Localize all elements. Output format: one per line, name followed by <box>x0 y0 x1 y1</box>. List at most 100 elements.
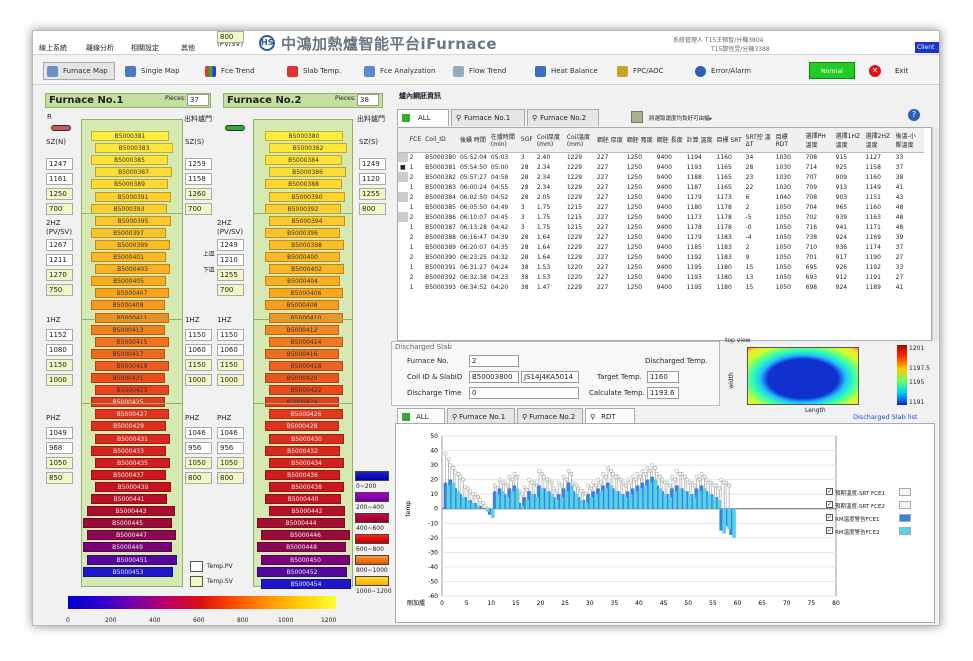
slab-block[interactable]: B5000402 <box>269 264 344 275</box>
slab-block[interactable]: B5000430 <box>269 433 344 444</box>
coil-id-field[interactable]: JS14J4KA5014 <box>521 371 579 383</box>
slab-block[interactable]: B5000442 <box>269 506 345 517</box>
option-checkbox[interactable] <box>631 111 643 123</box>
slab-block[interactable]: B5000428 <box>265 421 339 432</box>
slab-block[interactable]: B5000407 <box>95 288 169 299</box>
slab-block[interactable]: B5000418 <box>269 360 343 371</box>
slab-block[interactable]: B5000403 <box>95 264 170 275</box>
slab-block[interactable]: B5000447 <box>87 530 176 541</box>
slab-block[interactable]: B5000450 <box>261 554 350 565</box>
column-header[interactable]: 後溫-小 鄰溫度 <box>893 128 924 153</box>
slab-block[interactable]: B5000383 <box>95 143 173 154</box>
slab-block[interactable]: B5000432 <box>265 445 340 456</box>
slab-block[interactable]: B5000417 <box>91 348 165 359</box>
slab-block[interactable]: B5000420 <box>265 373 339 383</box>
slab-block[interactable]: B5000452 <box>257 566 347 577</box>
calculate-temp-field[interactable]: 1193.6 <box>647 387 679 399</box>
column-header[interactable]: 後續 時間 <box>457 128 489 153</box>
error-alarm-button[interactable]: Error/Alarm <box>695 62 751 80</box>
furnace-map-button[interactable]: Furnace Map <box>43 62 115 80</box>
slab-block[interactable]: B5000443 <box>87 506 175 517</box>
slab-block[interactable]: B5000439 <box>95 481 171 492</box>
table-row[interactable]: 2 B5000390 06:23:25 04:32 28 1.64 1229 227 1250 9… <box>398 252 924 262</box>
slab-block[interactable]: B5000448 <box>257 542 346 553</box>
column-header[interactable]: 選擇2HZ 溫度 <box>863 128 894 153</box>
table-row[interactable]: ■ 1 B5000381 05:54:50 05:00 28 2.34 1229 227 1250… <box>398 162 924 172</box>
slab-block[interactable]: B5000437 <box>91 469 166 480</box>
slab-block[interactable]: B5000406 <box>269 288 343 299</box>
table-row[interactable]: 1 B5000391 06:31:27 04:24 38 1.53 1220 227 1250 9… <box>398 262 924 272</box>
slab-block[interactable]: B5000395 <box>95 215 171 226</box>
slab-block[interactable]: B5000391 <box>95 191 171 202</box>
slab-block[interactable]: B5000386 <box>269 167 346 178</box>
column-header[interactable]: 鋼胚 厚度 <box>594 128 625 153</box>
tab-all[interactable]: ALL <box>397 109 449 126</box>
slab-block[interactable]: B5000446 <box>261 530 350 541</box>
slab-block[interactable]: B5000401 <box>91 252 166 262</box>
column-header[interactable]: 目標 RDT <box>773 128 804 153</box>
slab-block[interactable]: B5000449 <box>83 542 172 553</box>
table-row[interactable]: 1 B5000387 06:13:28 04:42 3 1.75 1215 227 1250 94… <box>398 222 924 232</box>
tab-furnace2[interactable]: ⚲ Furnace No.2 <box>527 109 599 126</box>
normal-status-button[interactable]: Normal <box>809 62 855 79</box>
slab-block[interactable]: B5000415 <box>95 336 169 347</box>
slab-block[interactable]: B5000429 <box>91 421 166 432</box>
table-row[interactable]: 2 B5000382 05:57:27 04:58 28 2.34 1229 227 1250 9… <box>398 172 924 182</box>
column-header[interactable]: SGF <box>518 128 535 153</box>
slab-block[interactable]: B5000421 <box>91 373 165 383</box>
slab-block[interactable]: B5000422 <box>269 385 343 396</box>
column-header[interactable]: Coil厚度 (mm) <box>534 128 565 153</box>
slab-block[interactable]: B5000416 <box>265 348 339 359</box>
table-row[interactable]: 1 B5000383 06:00:24 04:55 28 2.34 1229 227 1250 9… <box>398 182 924 192</box>
slab-block[interactable]: B5000413 <box>91 324 165 335</box>
exit-icon[interactable]: ✕ <box>869 65 881 77</box>
slab-block[interactable]: B5000434 <box>269 457 344 468</box>
tab-furnace1[interactable]: ⚲ Furnace No.1 <box>451 109 525 126</box>
table-row[interactable]: 2 B5000384 06:02:50 04:52 28 2.05 1229 227 1250 9… <box>398 192 924 202</box>
slab-block[interactable]: B5000440 <box>265 494 341 504</box>
slab-block[interactable]: B5000382 <box>269 143 347 154</box>
slab-block[interactable]: B5000412 <box>265 324 339 335</box>
slab-block[interactable]: B5000411 <box>95 312 169 323</box>
slab-block[interactable]: B5000381 <box>91 131 169 141</box>
slab-block[interactable]: B5000441 <box>91 494 167 504</box>
slab-block[interactable]: B5000423 <box>95 385 169 396</box>
heat-balance-button[interactable]: Heat Balance <box>535 62 598 80</box>
menu-online[interactable]: 線上系統 <box>39 43 67 53</box>
column-header[interactable]: 在爐時間 (min) <box>488 128 519 153</box>
slab-block[interactable]: B5000389 <box>91 179 168 190</box>
column-header[interactable]: 選擇1HZ 溫度 <box>833 128 864 153</box>
slab-block[interactable]: B5000445 <box>83 518 172 529</box>
slab-block[interactable]: B5000387 <box>95 167 172 178</box>
slab-block[interactable]: B5000380 <box>265 131 343 141</box>
column-header[interactable]: Coil溫度 (mm) <box>564 128 595 153</box>
legend-checkbox[interactable]: ✓ <box>826 488 833 495</box>
column-header[interactable]: 鋼胚 寬度 <box>624 128 655 153</box>
slab-block[interactable]: B5000394 <box>269 215 345 226</box>
slab-block[interactable]: B5000390 <box>269 191 345 202</box>
slab-block[interactable]: B5000436 <box>265 469 340 480</box>
slab-block[interactable]: B5000431 <box>95 433 170 444</box>
discharge-time-field[interactable]: 0 <box>469 387 579 399</box>
fce-trend-button[interactable]: Fce Trend <box>205 62 255 80</box>
table-row[interactable]: 2 B5000386 06:10:07 04:45 3 1.75 1215 227 1250 94… <box>398 212 924 222</box>
column-header[interactable]: 選擇PH 溫度 <box>803 128 834 153</box>
slab-block[interactable]: B5000438 <box>269 481 344 492</box>
slab-block[interactable]: B5000433 <box>91 445 166 456</box>
target-temp-field[interactable]: 1160 <box>647 371 679 383</box>
legend-checkbox[interactable]: ✓ <box>826 527 833 534</box>
legend-checkbox[interactable]: ✓ <box>826 501 833 508</box>
menu-offline[interactable]: 離線分析 <box>86 43 114 53</box>
slab-block[interactable]: B5000404 <box>265 276 340 287</box>
table-row[interactable]: 2 B5000388 06:16:47 04:39 28 1.64 1229 227 1250 9… <box>398 232 924 242</box>
slab-block[interactable]: B5000427 <box>95 409 169 420</box>
legend-checkbox[interactable]: ✓ <box>826 514 833 521</box>
column-header[interactable]: 目標 SRT <box>714 128 744 153</box>
menu-other[interactable]: 其他 <box>181 43 195 53</box>
table-row[interactable]: 2 B5000392 06:32:38 04:23 38 1.53 1220 227 1250 9… <box>398 272 924 282</box>
slab-block[interactable]: B5000426 <box>269 409 343 420</box>
column-header[interactable]: Coil_ID <box>423 128 458 153</box>
slab-block[interactable]: B5000453 <box>83 566 173 577</box>
slab-block[interactable]: B5000399 <box>95 239 170 250</box>
slab-block[interactable]: B5000384 <box>265 155 342 166</box>
